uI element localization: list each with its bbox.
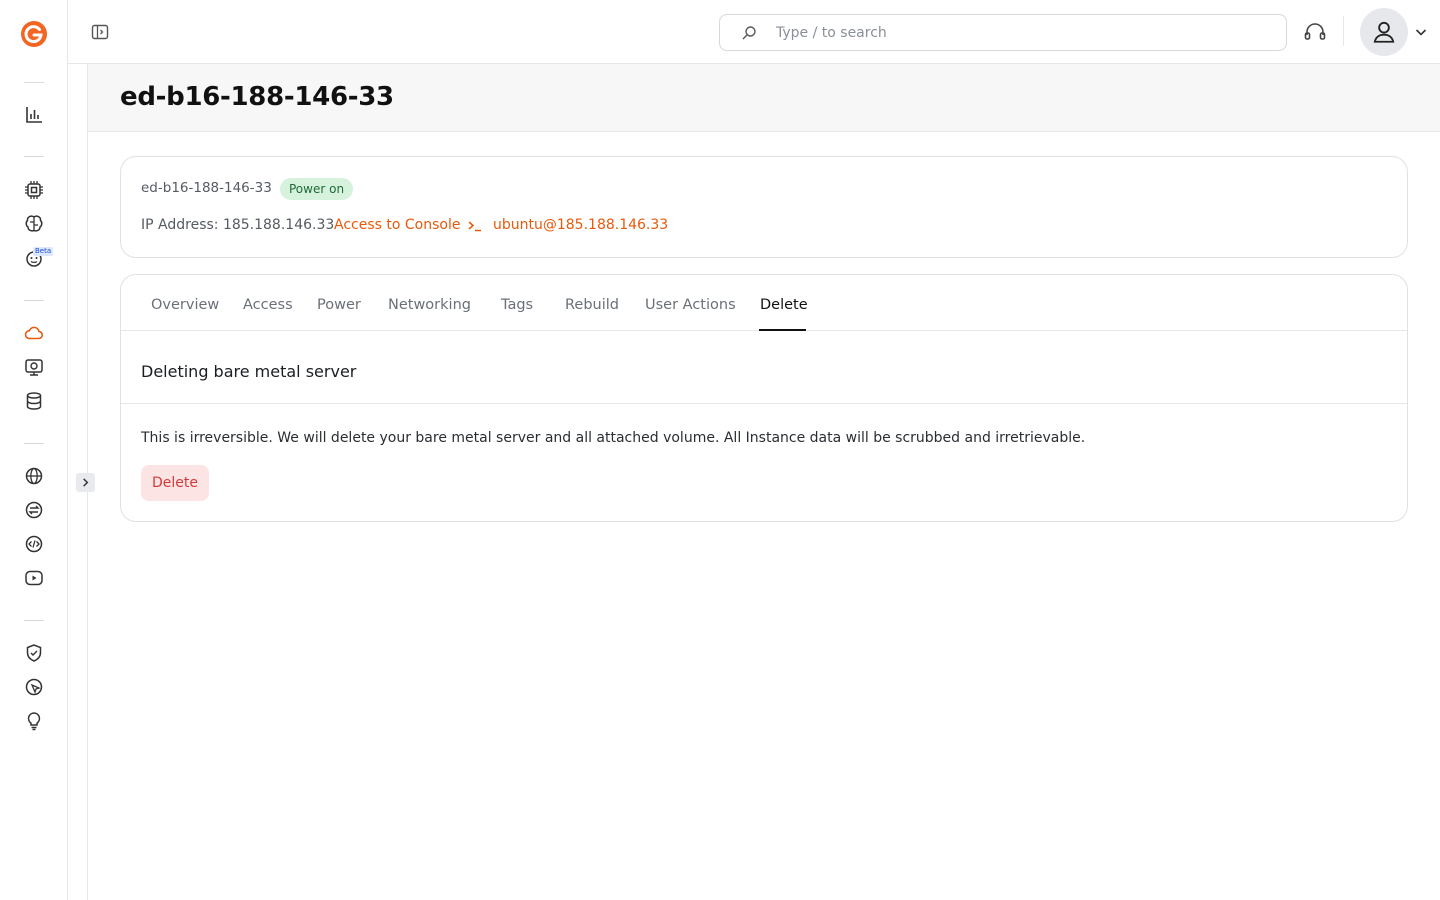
user-menu-button[interactable]: [1360, 8, 1428, 56]
database-icon[interactable]: [22, 389, 46, 413]
beta-badge: Beta: [33, 247, 54, 256]
exchange-icon[interactable]: [22, 498, 46, 522]
ip-address: IP Address: 185.188.146.33: [141, 217, 335, 233]
avatar: [1360, 8, 1408, 56]
sidebar: Beta: [0, 0, 68, 900]
brain-icon[interactable]: [22, 212, 46, 236]
search-input[interactable]: Type / to search: [719, 14, 1287, 51]
topbar-separator: [1343, 16, 1344, 46]
gcore-logo-icon[interactable]: [20, 20, 48, 48]
topbar: Type / to search: [68, 0, 1440, 64]
delete-warning-text: This is irreversible. We will delete you…: [141, 430, 1086, 446]
video-icon[interactable]: [22, 566, 46, 590]
sidebar-divider: [24, 156, 44, 157]
tab-user-actions[interactable]: User Actions: [645, 297, 736, 313]
search-icon: [742, 25, 756, 39]
tab-tags[interactable]: Tags: [501, 297, 533, 313]
code-icon[interactable]: [22, 532, 46, 556]
access-console-link[interactable]: Access to Console: [334, 217, 460, 233]
chevron-down-icon: [1415, 29, 1427, 36]
tab-bar: Overview Access Power Networking Tags Re…: [121, 275, 1407, 331]
bar-chart-icon[interactable]: [22, 103, 46, 127]
status-badge: Power on: [280, 178, 354, 200]
tab-rebuild[interactable]: Rebuild: [565, 297, 619, 313]
headset-icon[interactable]: [1302, 20, 1328, 46]
cursor-shield-icon[interactable]: [22, 675, 46, 699]
ssh-command-link[interactable]: ubuntu@185.188.146.33: [493, 217, 668, 233]
server-details-card: Overview Access Power Networking Tags Re…: [120, 274, 1408, 522]
shield-icon[interactable]: [22, 641, 46, 665]
user-icon: [1373, 21, 1395, 43]
chevron-right-icon: [83, 478, 89, 487]
tab-power[interactable]: Power: [317, 297, 361, 313]
sidebar-divider: [24, 300, 44, 301]
page-header: ed-b16-188-146-33: [88, 64, 1440, 132]
cloud-icon[interactable]: [22, 321, 46, 345]
section-divider: [121, 403, 1407, 404]
page-title: ed-b16-188-146-33: [120, 82, 394, 112]
panel-toggle-icon[interactable]: [90, 22, 110, 42]
search-placeholder: Type / to search: [776, 24, 887, 41]
delete-button[interactable]: Delete: [141, 465, 209, 501]
chip-icon[interactable]: [22, 178, 46, 202]
server-name: ed-b16-188-146-33: [141, 180, 272, 196]
lightbulb-icon[interactable]: [22, 709, 46, 733]
server-info-card: ed-b16-188-146-33 Power on IP Address: 1…: [120, 156, 1408, 258]
sidebar-divider: [24, 443, 44, 444]
terminal-icon: [468, 221, 481, 232]
tab-overview[interactable]: Overview: [151, 297, 219, 313]
tab-delete[interactable]: Delete: [760, 297, 808, 313]
sidebar-divider: [24, 82, 44, 83]
expand-sidebar-button[interactable]: [76, 473, 95, 492]
sidebar-divider: [24, 620, 44, 621]
globe-icon[interactable]: [22, 464, 46, 488]
tab-networking[interactable]: Networking: [388, 297, 471, 313]
active-tab-indicator: [759, 329, 806, 331]
tab-access[interactable]: Access: [243, 297, 293, 313]
monitor-icon[interactable]: [22, 355, 46, 379]
section-title: Deleting bare metal server: [141, 362, 357, 381]
